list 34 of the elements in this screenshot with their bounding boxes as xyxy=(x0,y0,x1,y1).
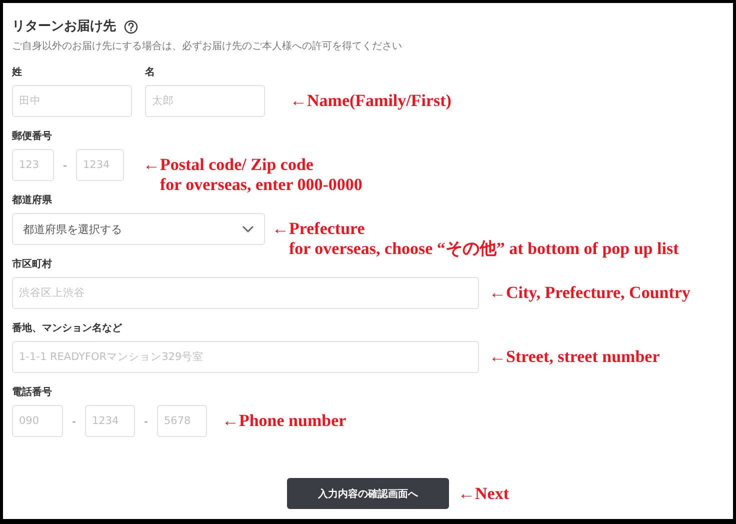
field-label: 番地、マンション名など xyxy=(12,322,123,335)
help-icon[interactable] xyxy=(124,20,138,34)
field-label: 市区町村 xyxy=(12,258,53,271)
section-note: ご自身以外のお届け先にする場合は、必ずお届け先のご本人様への許可を得てください xyxy=(12,40,403,53)
input-field[interactable]: 1-1-1 READYFORマンション329号室 xyxy=(12,341,479,373)
section-title: リターンお届け先 xyxy=(12,18,116,36)
annotation-text: ←Postal code/ Zip code xyxy=(142,155,314,175)
field-label: 電話番号 xyxy=(12,386,53,399)
input-field[interactable]: 5678 xyxy=(156,405,207,437)
input-field[interactable]: 1234 xyxy=(84,405,135,437)
annotation-note: for overseas, enter 000-0000 xyxy=(158,175,362,195)
input-field[interactable]: 渋谷区上渋谷 xyxy=(12,277,479,309)
prefecture-select[interactable]: 都道府県を選択する xyxy=(12,213,265,245)
annotation-text: ←Prefecture xyxy=(272,219,366,239)
input-field[interactable]: 田中 xyxy=(12,85,132,117)
field-label: 郵便番号 xyxy=(12,130,53,143)
annotation-text: ←Phone number xyxy=(222,411,346,431)
annotation-note: for overseas, choose “その他” at bottom of pop up list xyxy=(288,239,679,259)
field-label: 名 xyxy=(145,66,156,79)
chevron-down-icon xyxy=(242,225,254,233)
annotation-text: ←Name(Family/First) xyxy=(290,91,452,111)
input-field[interactable]: 太郎 xyxy=(145,85,265,117)
dash-separator: - xyxy=(72,414,76,428)
annotation-text: ←Street, street number xyxy=(489,347,660,367)
dash-separator: - xyxy=(63,158,67,172)
input-field[interactable]: 1234 xyxy=(76,149,124,181)
field-label: 姓 xyxy=(12,66,23,79)
field-label: 都道府県 xyxy=(12,194,53,207)
input-field[interactable]: 123 xyxy=(12,149,54,181)
dash-separator: - xyxy=(144,414,148,428)
annotation-text: ←City, Prefecture, Country xyxy=(489,283,690,303)
input-field[interactable]: 090 xyxy=(12,405,63,437)
confirm-button[interactable]: 入力内容の確認画面へ xyxy=(287,478,449,509)
annotation-text: ←Next xyxy=(458,484,509,504)
